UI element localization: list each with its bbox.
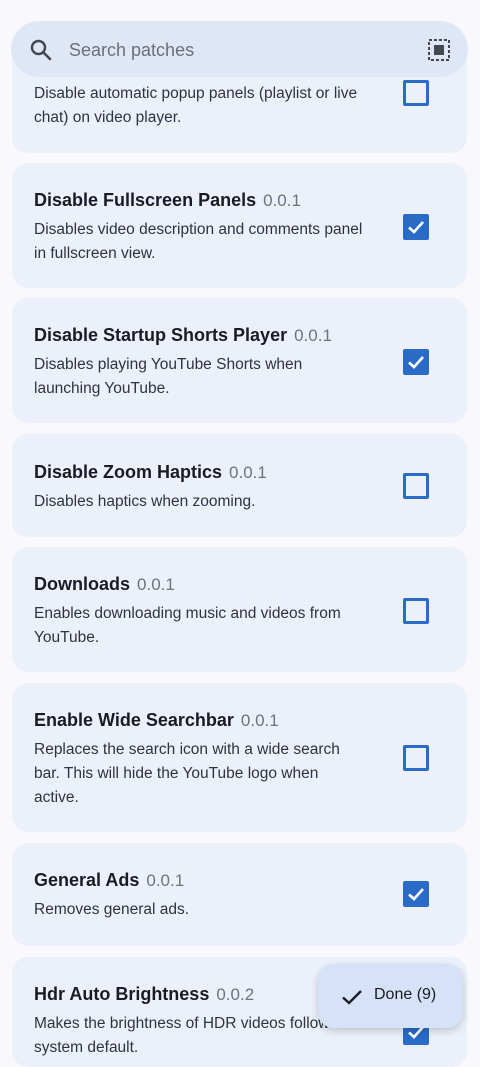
patch-checkbox[interactable] — [403, 745, 429, 771]
patch-card[interactable]: Enable Wide Searchbar 0.0.1 Replaces the … — [12, 683, 467, 832]
patch-title: Disable Startup Shorts Player 0.0.1 — [34, 325, 332, 346]
checkmark-icon — [408, 356, 424, 369]
patch-title: Hdr Auto Brightness 0.0.2 — [34, 984, 254, 1005]
patch-version: 0.0.2 — [216, 985, 255, 1004]
patch-name: Disable Startup Shorts Player — [34, 325, 288, 345]
checkmark-icon — [408, 221, 424, 234]
patch-version: 0.0.1 — [229, 463, 267, 482]
checkmark-icon — [408, 888, 424, 901]
patch-card[interactable]: Disable Zoom Haptics 0.0.1 Disables hapti… — [12, 434, 467, 537]
patch-name: Enable Wide Searchbar — [34, 710, 234, 730]
patch-description: Replaces the search icon with a wide sea… — [34, 741, 340, 806]
patch-description: Disables playing YouTube Shorts when lau… — [34, 356, 303, 397]
patch-description: Disables video description and comments … — [34, 221, 363, 262]
patch-description: Removes general ads. — [34, 901, 190, 918]
patch-version: 0.0.1 — [240, 711, 279, 730]
search-bar[interactable] — [11, 21, 468, 77]
patch-description: Disables haptics when zooming. — [34, 493, 256, 510]
patch-name: Hdr Auto Brightness — [34, 984, 210, 1004]
patch-list[interactable]: Disable automatic popup panels (playlist… — [0, 0, 480, 1067]
patch-title: Enable Wide Searchbar 0.0.1 — [34, 710, 279, 731]
patch-title: Downloads 0.0.1 — [34, 574, 175, 595]
patch-card[interactable]: Disable Fullscreen Panels 0.0.1 Disables … — [12, 163, 467, 288]
select-all-icon[interactable] — [427, 38, 451, 62]
patch-name: Disable Fullscreen Panels — [34, 190, 257, 210]
patch-checkbox[interactable] — [403, 214, 429, 240]
patch-card[interactable]: Downloads 0.0.1 Enables downloading music… — [12, 547, 467, 672]
patch-name: Downloads — [34, 574, 131, 594]
patch-version: 0.0.1 — [263, 191, 301, 210]
patch-checkbox[interactable] — [403, 473, 429, 499]
patch-description: Disable automatic popup panels (playlist… — [34, 85, 358, 126]
patch-card[interactable]: Disable Startup Shorts Player 0.0.1 Disab… — [12, 298, 467, 423]
patch-title: Disable Fullscreen Panels 0.0.1 — [34, 190, 301, 211]
patch-name: General Ads — [34, 870, 140, 890]
patch-checkbox[interactable] — [403, 598, 429, 624]
patch-description: Enables downloading music and videos fro… — [34, 605, 341, 646]
patch-version: 0.0.1 — [137, 575, 175, 594]
patch-title: General Ads 0.0.1 — [34, 870, 184, 891]
patch-version: 0.0.1 — [146, 871, 185, 890]
patch-checkbox[interactable] — [403, 881, 429, 907]
patch-checkbox[interactable] — [403, 349, 429, 375]
patch-description: Makes the brightness of HDR videos follo… — [34, 1015, 356, 1056]
patch-title: Disable Zoom Haptics 0.0.1 — [34, 462, 267, 483]
patch-checkbox[interactable] — [403, 80, 429, 106]
check-icon — [342, 990, 362, 1005]
patch-name: Disable Zoom Haptics — [34, 462, 223, 482]
search-input[interactable] — [67, 33, 411, 67]
patch-version: 0.0.1 — [294, 326, 332, 345]
search-icon[interactable] — [29, 38, 53, 62]
patch-card[interactable]: General Ads 0.0.1 Removes general ads. — [12, 843, 467, 946]
done-button-label: Done (9) — [374, 986, 437, 1003]
done-button[interactable]: Done (9) — [318, 964, 463, 1028]
